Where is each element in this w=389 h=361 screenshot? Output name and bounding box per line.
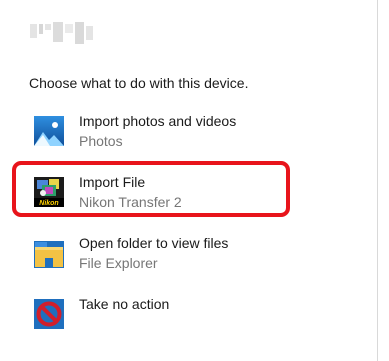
option-import-file[interactable]: Nikon Import File Nikon Transfer 2	[23, 171, 353, 221]
device-name-pixelated	[30, 22, 93, 46]
dialog-prompt: Choose what to do with this device.	[29, 75, 249, 91]
nikon-transfer-icon: Nikon	[34, 177, 64, 207]
option-title: Open folder to view files	[79, 235, 229, 251]
option-open-folder[interactable]: Open folder to view files File Explorer	[23, 232, 353, 282]
panel-border	[377, 0, 378, 361]
nikon-logo-text: Nikon	[39, 200, 58, 207]
option-subtitle: Nikon Transfer 2	[79, 194, 182, 210]
option-import-photos[interactable]: Import photos and videos Photos	[23, 110, 353, 160]
option-take-no-action[interactable]: Take no action	[23, 293, 353, 343]
option-title: Import File	[79, 174, 146, 190]
option-title: Import photos and videos	[79, 113, 237, 129]
no-action-icon	[34, 299, 64, 329]
option-title: Take no action	[79, 296, 170, 312]
autoplay-panel: Choose what to do with this device. Impo…	[0, 0, 377, 361]
option-subtitle: File Explorer	[79, 255, 158, 271]
folder-icon	[34, 238, 64, 268]
option-subtitle: Photos	[79, 133, 123, 149]
photos-icon	[34, 116, 64, 146]
